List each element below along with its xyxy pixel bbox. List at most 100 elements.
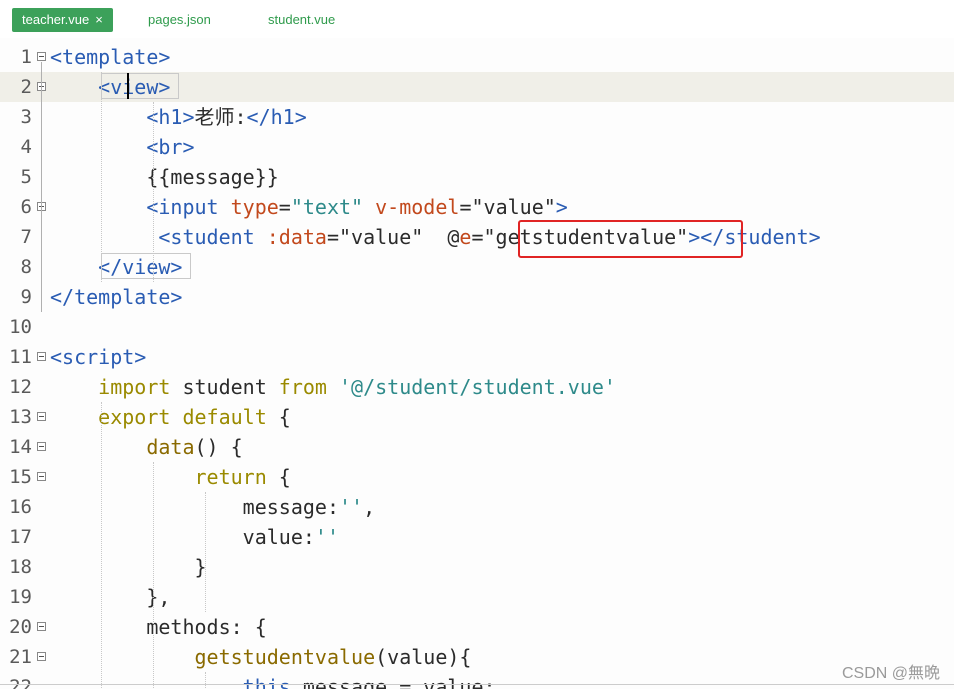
code-line[interactable]: 21 getstudentvalue(value){ [0,642,954,672]
line-number: 5 [20,166,32,188]
line-number: 18 [9,556,32,578]
line-number: 16 [9,496,32,518]
code-token: e [459,225,472,249]
indent-guide [101,402,102,689]
tab-label: student.vue [268,12,336,27]
line-number: 20 [9,616,32,638]
code-token: , [363,495,376,519]
code-text: message:'', [50,492,375,522]
code-line[interactable]: 4 <br> [0,132,954,162]
code-line[interactable]: 12 import student from '@/student/studen… [0,372,954,402]
line-number: 2 [20,76,32,98]
code-token: import [98,375,171,399]
tab-pages-json[interactable]: pages.json [138,8,221,32]
fold-toggle-icon[interactable] [37,442,46,451]
indent-guide [153,462,154,689]
fold-toggle-icon[interactable] [37,352,46,361]
code-line[interactable]: 15 return { [0,462,954,492]
code-text: import student from '@/student/student.v… [50,372,616,402]
fold-connector [41,62,42,312]
code-token: '' [338,495,364,519]
code-line[interactable]: 3 <h1>老师:</h1> [0,102,954,132]
code-line[interactable]: 17 value:'' [0,522,954,552]
code-token: 老师: [194,105,247,129]
line-number: 10 [9,316,32,338]
indent-guide [205,672,206,689]
line-number: 17 [9,526,32,548]
code-text: this.message = value; [50,672,496,689]
code-token: '' [314,525,339,549]
code-text: export default { [50,402,291,432]
line-number: 9 [20,286,32,308]
code-token: .message = value; [290,675,496,689]
line-number: 8 [20,256,32,278]
code-line[interactable]: 5 {{message}} [0,162,954,192]
code-token: getstudentvalue [194,645,376,669]
code-line[interactable]: 14 data() { [0,432,954,462]
code-editor[interactable]: 1 <template> 2 <view> 3 <h1>老师:</h1> 4 <br> 5… [0,42,954,689]
code-line[interactable]: 1 <template> [0,42,954,72]
code-token: type [230,195,279,219]
code-line[interactable]: 10 [0,312,954,342]
fold-toggle-icon[interactable] [37,52,46,61]
code-token: = [278,195,291,219]
code-token: return [194,465,267,489]
code-token: {{message}} [50,165,279,189]
line-number: 22 [9,676,32,689]
code-token: '@/student/student.vue' [339,375,616,399]
code-token: = [459,195,472,219]
indent-guide [205,492,206,612]
tab-student-vue[interactable]: student.vue [258,8,345,32]
code-text: <script> [50,342,146,372]
code-line[interactable]: 18 } [0,552,954,582]
code-token: "text" [290,195,364,219]
code-line[interactable]: 13 export default { [0,402,954,432]
code-text: <br> [50,132,194,162]
code-line[interactable]: 6 <input type="text" v-model="value"> [0,192,954,222]
code-token: export [98,405,171,429]
code-line[interactable]: 20 methods: { [0,612,954,642]
fold-toggle-icon[interactable] [37,472,46,481]
fold-toggle-icon[interactable] [37,412,46,421]
code-token: } [50,555,207,579]
code-text: value:'' [50,522,339,552]
code-line[interactable]: 11 <script> [0,342,954,372]
tab-label: teacher.vue [22,12,90,27]
code-token: message: [50,495,339,519]
code-text: data() { [50,432,242,462]
close-icon[interactable]: × [95,12,103,27]
tab-teacher-vue[interactable]: teacher.vue × [12,8,113,32]
code-line[interactable]: 22 this.message = value; [0,672,954,689]
code-text: } [50,552,207,582]
fold-toggle-icon[interactable] [37,652,46,661]
fold-toggle-icon[interactable] [37,622,46,631]
line-number: 14 [9,436,32,458]
watermark: CSDN @無晩 [841,665,940,682]
line-number: 19 [9,586,32,608]
code-token: v-model [375,195,460,219]
code-line[interactable]: 16 message:'', [0,492,954,522]
annotation-highlight-box [518,220,743,258]
indent-guide [101,72,102,282]
code-token: "value" [471,195,556,219]
code-token: </h1> [246,105,307,129]
code-line[interactable]: 7 <student :data="value" @e="getstudentv… [0,222,954,252]
code-token: :data [266,225,327,249]
line-number: 4 [20,136,32,158]
code-token: ="value" @ [326,225,460,249]
line-number: 15 [9,466,32,488]
code-line[interactable]: 9 </template> [0,282,954,312]
code-token: > [555,195,568,219]
code-line[interactable]: 19 }, [0,582,954,612]
code-token: default [182,405,267,429]
code-text: <h1>老师:</h1> [50,102,307,132]
